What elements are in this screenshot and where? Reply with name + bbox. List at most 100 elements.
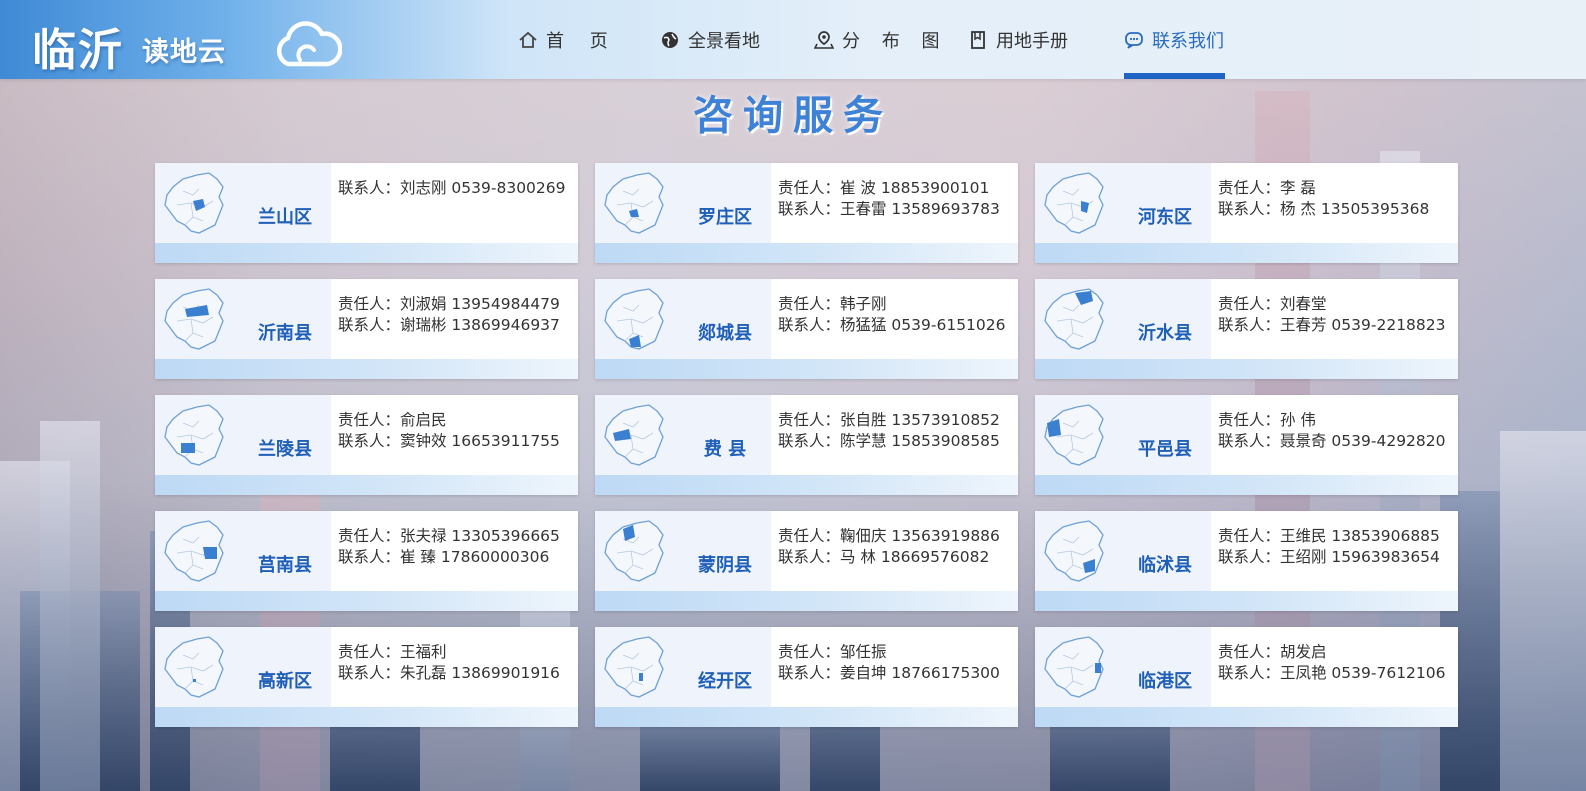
contact-line: 责任人：王维民 13853906885 bbox=[1218, 527, 1440, 545]
contact-line: 联系人：谢瑞彬 13869946937 bbox=[338, 316, 560, 334]
home-icon bbox=[519, 31, 537, 48]
contact-info: 责任人：刘春堂联系人：王春芳 0539-2218823 bbox=[1218, 294, 1446, 336]
card-footer-bar bbox=[155, 243, 578, 263]
contact-line: 责任人：鞠佃庆 13563919886 bbox=[778, 527, 1000, 545]
district-map-icon bbox=[164, 520, 224, 582]
chat-icon bbox=[1125, 31, 1143, 49]
card-map-panel: 临港区 bbox=[1035, 627, 1211, 707]
contact-line: 责任人：张自胜 13573910852 bbox=[778, 411, 1000, 429]
district-name: 罗庄区 bbox=[698, 207, 752, 228]
card-map-panel: 临沭县 bbox=[1035, 511, 1211, 591]
district-name: 沂南县 bbox=[258, 323, 312, 344]
logo-subtitle: 读地云 bbox=[142, 37, 226, 68]
card-map-panel: 平邑县 bbox=[1035, 395, 1211, 475]
card-map-panel: 高新区 bbox=[155, 627, 331, 707]
contact-info: 联系人：刘志刚 0539-8300269 bbox=[338, 178, 566, 199]
nav-panorama[interactable]: 全景看地 bbox=[660, 0, 760, 79]
contact-info: 责任人：王福利联系人：朱孔磊 13869901916 bbox=[338, 642, 560, 684]
nav-home[interactable]: 首 页 bbox=[518, 0, 618, 79]
contact-line: 责任人：李 磊 bbox=[1218, 179, 1316, 197]
district-name: 高新区 bbox=[258, 671, 312, 692]
contact-line: 责任人：王福利 bbox=[338, 643, 447, 661]
district-map-icon bbox=[164, 172, 224, 234]
contact-info: 责任人：邹任振 联系人：姜自坤 18766175300 bbox=[778, 642, 1000, 684]
district-name: 蒙阴县 bbox=[698, 555, 752, 576]
nav-distribution-map-label: 分 布 图 bbox=[842, 30, 948, 52]
district-map-icon bbox=[604, 636, 664, 698]
card-footer-bar bbox=[155, 359, 578, 379]
contact-card: 兰山区 联系人：刘志刚 0539-8300269 bbox=[155, 163, 578, 263]
district-map-icon bbox=[604, 172, 664, 234]
district-name: 费 县 bbox=[703, 439, 747, 460]
district-name: 郯城县 bbox=[698, 323, 752, 344]
district-name: 平邑县 bbox=[1138, 439, 1192, 460]
contact-line: 责任人：邹任振 bbox=[778, 643, 887, 661]
contact-line: 联系人：王春雷 13589693783 bbox=[778, 200, 1000, 218]
card-footer-bar bbox=[155, 591, 578, 611]
cloud-logo-icon bbox=[277, 21, 342, 67]
district-name: 沂水县 bbox=[1138, 323, 1192, 344]
globe-icon bbox=[662, 31, 678, 48]
contact-card: 经开区 责任人：邹任振 联系人：姜自坤 18766175300 bbox=[595, 627, 1018, 727]
nav-home-label: 首 页 bbox=[546, 30, 618, 52]
nav-contact-us-label: 联系我们 bbox=[1152, 30, 1224, 52]
card-map-panel: 兰陵县 bbox=[155, 395, 331, 475]
contact-info: 责任人：孙 伟联系人：聂景奇 0539-4292820 bbox=[1218, 410, 1446, 452]
contact-line: 联系人：王凤艳 0539-7612106 bbox=[1218, 664, 1446, 682]
contact-card: 兰陵县 责任人：俞启民 联系人：窦钟效 16653911755 bbox=[155, 395, 578, 495]
contact-card: 蒙阴县 责任人：鞠佃庆 13563919886 联系人：马 林 186695760… bbox=[595, 511, 1018, 611]
card-footer-bar bbox=[1035, 707, 1458, 727]
contact-card: 莒南县 责任人：张夫禄 13305396665 联系人：崔 臻 178600003… bbox=[155, 511, 578, 611]
district-map-icon bbox=[1044, 172, 1104, 234]
card-footer-bar bbox=[1035, 591, 1458, 611]
page-title: 咨询服务 bbox=[693, 93, 893, 139]
district-map-icon bbox=[164, 288, 224, 350]
contact-info: 责任人：韩子刚 联系人：杨猛猛 0539-6151026 bbox=[778, 294, 1006, 336]
nav-land-handbook[interactable]: 用地手册 bbox=[968, 0, 1068, 79]
contact-card: 河东区 责任人：李 磊联系人：杨 杰 13505395368 bbox=[1035, 163, 1458, 263]
card-map-panel: 罗庄区 bbox=[595, 163, 771, 243]
district-name: 临沭县 bbox=[1138, 555, 1192, 576]
card-footer-bar bbox=[1035, 475, 1458, 495]
contact-line: 责任人：刘春堂 bbox=[1218, 295, 1327, 313]
nav-contact-us[interactable]: 联系我们 bbox=[1124, 0, 1225, 79]
card-footer-bar bbox=[1035, 359, 1458, 379]
contact-card: 平邑县 责任人：孙 伟联系人：聂景奇 0539-4292820 bbox=[1035, 395, 1458, 495]
district-map-icon bbox=[1044, 288, 1104, 350]
contact-info: 责任人：胡发启联系人：王凤艳 0539-7612106 bbox=[1218, 642, 1446, 684]
top-header: 临沂 读地云 首 页 全景看地 分 布 图 用地手册 联系我们 bbox=[0, 0, 1586, 79]
district-name: 兰陵县 bbox=[258, 439, 312, 460]
card-footer-bar bbox=[595, 359, 1018, 379]
contact-info: 责任人：李 磊联系人：杨 杰 13505395368 bbox=[1218, 178, 1429, 220]
contact-info: 责任人：刘淑娟 13954984479 联系人：谢瑞彬 13869946937 bbox=[338, 294, 560, 336]
card-footer-bar bbox=[595, 591, 1018, 611]
district-name: 经开区 bbox=[698, 671, 752, 692]
contact-info: 责任人：张自胜 13573910852 联系人：陈学慧 15853908585 bbox=[778, 410, 1000, 452]
nav-distribution-map[interactable]: 分 布 图 bbox=[814, 0, 947, 79]
card-footer-bar bbox=[155, 707, 578, 727]
contact-line: 联系人：聂景奇 0539-4292820 bbox=[1218, 432, 1446, 450]
contact-card: 临港区 责任人：胡发启联系人：王凤艳 0539-7612106 bbox=[1035, 627, 1458, 727]
contact-line: 责任人：韩子刚 bbox=[778, 295, 887, 313]
contact-card: 郯城县 责任人：韩子刚 联系人：杨猛猛 0539-6151026 bbox=[595, 279, 1018, 379]
contact-card: 临沭县 责任人：王维民 13853906885 联系人：王绍刚 159639836… bbox=[1035, 511, 1458, 611]
district-name: 河东区 bbox=[1138, 207, 1192, 228]
logo-title: 临沂 bbox=[32, 25, 124, 76]
district-name: 莒南县 bbox=[258, 555, 312, 576]
district-name: 兰山区 bbox=[258, 207, 312, 228]
contact-info: 责任人：鞠佃庆 13563919886 联系人：马 林 18669576082 bbox=[778, 526, 1000, 568]
contact-line: 联系人：王春芳 0539-2218823 bbox=[1218, 316, 1446, 334]
card-map-panel: 河东区 bbox=[1035, 163, 1211, 243]
card-map-panel: 郯城县 bbox=[595, 279, 771, 359]
contact-line: 联系人：窦钟效 16653911755 bbox=[338, 432, 560, 450]
contact-line: 联系人：朱孔磊 13869901916 bbox=[338, 664, 560, 682]
contact-card: 沂南县 责任人：刘淑娟 13954984479 联系人：谢瑞彬 138699469… bbox=[155, 279, 578, 379]
district-map-icon bbox=[1044, 520, 1104, 582]
district-map-icon bbox=[1044, 636, 1104, 698]
card-map-panel: 沂水县 bbox=[1035, 279, 1211, 359]
card-footer-bar bbox=[155, 475, 578, 495]
contact-line: 责任人：胡发启 bbox=[1218, 643, 1327, 661]
card-map-panel: 兰山区 bbox=[155, 163, 331, 243]
card-footer-bar bbox=[595, 243, 1018, 263]
contact-card: 罗庄区 责任人：崔 波 18853900101 联系人：王春雷 135896937… bbox=[595, 163, 1018, 263]
